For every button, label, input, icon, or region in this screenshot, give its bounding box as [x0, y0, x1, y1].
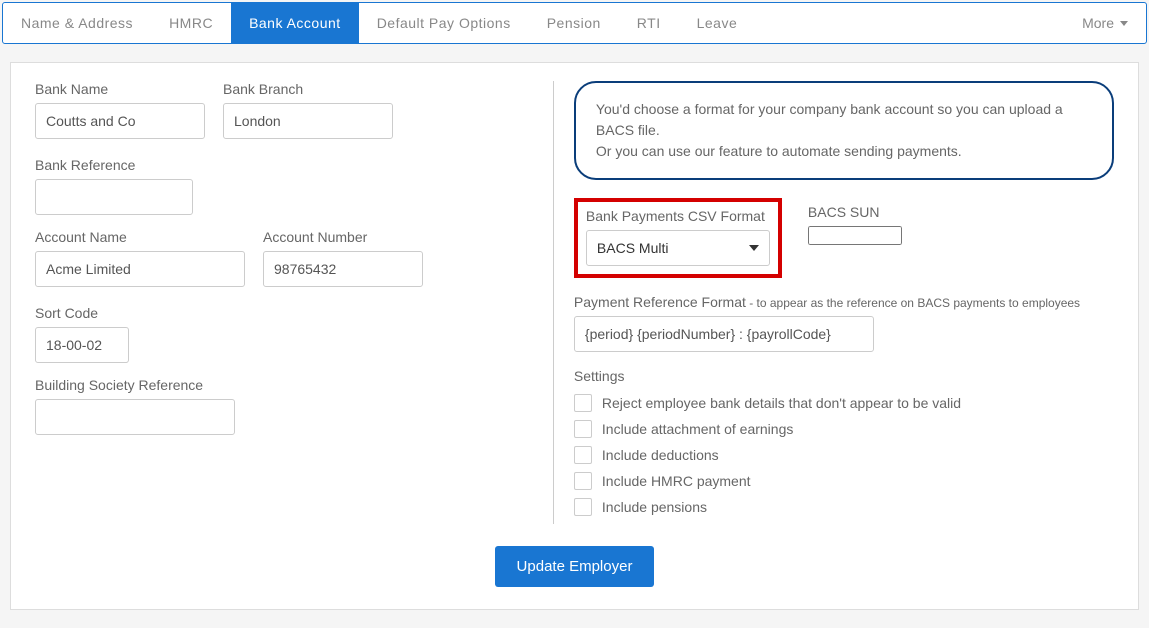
- info-callout: You'd choose a format for your company b…: [574, 81, 1114, 180]
- include-pensions-checkbox[interactable]: [574, 498, 592, 516]
- chevron-down-icon: [1120, 21, 1128, 26]
- setting-row: Include attachment of earnings: [574, 420, 1114, 438]
- bank-branch-input[interactable]: [223, 103, 393, 139]
- bsr-input[interactable]: [35, 399, 235, 435]
- bacs-sun-label: BACS SUN: [808, 204, 902, 220]
- bank-reference-label: Bank Reference: [35, 157, 193, 173]
- left-column: Bank Name Bank Branch Bank Reference Acc…: [35, 81, 553, 524]
- tab-hmrc[interactable]: HMRC: [151, 3, 231, 43]
- include-attachment-checkbox[interactable]: [574, 420, 592, 438]
- setting-row: Include HMRC payment: [574, 472, 1114, 490]
- setting-label: Include HMRC payment: [602, 473, 751, 489]
- csv-format-highlight: Bank Payments CSV Format BACS Multi: [574, 198, 782, 278]
- sort-code-label: Sort Code: [35, 305, 129, 321]
- setting-label: Reject employee bank details that don't …: [602, 395, 961, 411]
- payment-reference-input[interactable]: [574, 316, 874, 352]
- bank-branch-label: Bank Branch: [223, 81, 393, 97]
- include-hmrc-checkbox[interactable]: [574, 472, 592, 490]
- tab-more-label: More: [1082, 15, 1114, 31]
- csv-format-select[interactable]: BACS Multi: [586, 230, 770, 266]
- right-column: You'd choose a format for your company b…: [553, 81, 1114, 524]
- form-panel: Bank Name Bank Branch Bank Reference Acc…: [10, 62, 1139, 610]
- setting-label: Include pensions: [602, 499, 707, 515]
- csv-format-label: Bank Payments CSV Format: [586, 208, 770, 224]
- chevron-down-icon: [749, 245, 759, 251]
- setting-label: Include deductions: [602, 447, 719, 463]
- reject-invalid-checkbox[interactable]: [574, 394, 592, 412]
- tab-rti[interactable]: RTI: [619, 3, 679, 43]
- setting-label: Include attachment of earnings: [602, 421, 793, 437]
- bank-name-input[interactable]: [35, 103, 205, 139]
- info-line-2: Or you can use our feature to automate s…: [596, 141, 1092, 162]
- pref-label: Payment Reference Format: [574, 294, 746, 310]
- sort-code-input[interactable]: [35, 327, 129, 363]
- tab-leave[interactable]: Leave: [679, 3, 756, 43]
- account-number-label: Account Number: [263, 229, 423, 245]
- tabs-bar: Name & Address HMRC Bank Account Default…: [2, 2, 1147, 44]
- csv-format-value: BACS Multi: [597, 240, 669, 256]
- tab-more[interactable]: More: [1064, 3, 1146, 43]
- bsr-label: Building Society Reference: [35, 377, 235, 393]
- tab-pension[interactable]: Pension: [529, 3, 619, 43]
- settings-label: Settings: [574, 368, 1114, 384]
- account-number-input[interactable]: [263, 251, 423, 287]
- pref-sub: - to appear as the reference on BACS pay…: [746, 296, 1080, 310]
- setting-row: Reject employee bank details that don't …: [574, 394, 1114, 412]
- bacs-sun-input[interactable]: [808, 226, 902, 245]
- setting-row: Include pensions: [574, 498, 1114, 516]
- tab-name-address[interactable]: Name & Address: [3, 3, 151, 43]
- tab-default-pay-options[interactable]: Default Pay Options: [359, 3, 529, 43]
- account-name-label: Account Name: [35, 229, 245, 245]
- bank-name-label: Bank Name: [35, 81, 205, 97]
- tab-bank-account[interactable]: Bank Account: [231, 3, 359, 43]
- update-employer-button[interactable]: Update Employer: [495, 546, 655, 587]
- bank-reference-input[interactable]: [35, 179, 193, 215]
- account-name-input[interactable]: [35, 251, 245, 287]
- include-deductions-checkbox[interactable]: [574, 446, 592, 464]
- setting-row: Include deductions: [574, 446, 1114, 464]
- info-line-1: You'd choose a format for your company b…: [596, 99, 1092, 141]
